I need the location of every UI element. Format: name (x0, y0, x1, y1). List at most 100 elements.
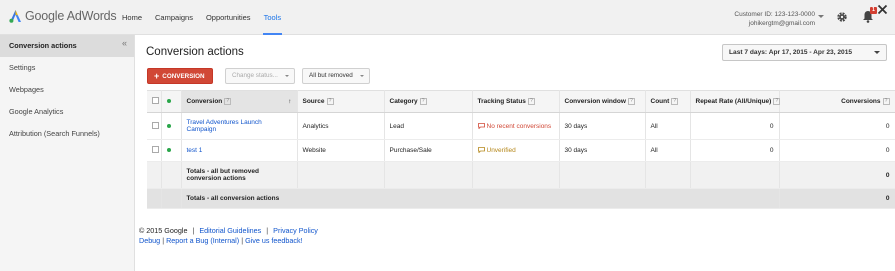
col-source[interactable]: Source? (297, 90, 385, 113)
conversion-name-cell[interactable]: test 1 (181, 139, 298, 162)
help-icon[interactable]: ? (627, 97, 635, 105)
help-icon[interactable]: ? (671, 97, 679, 105)
col-conversion[interactable]: Conversion? ↑ (181, 90, 298, 113)
help-icon[interactable]: ? (224, 97, 232, 105)
help-icon[interactable]: ? (326, 97, 334, 105)
empty-cell (297, 161, 385, 189)
sidebar-item-google-analytics[interactable]: Google Analytics (0, 101, 134, 123)
col-conversions[interactable]: Conversions? (779, 90, 895, 113)
adwords-logo[interactable]: Google AdWords (9, 8, 117, 24)
sidebar-item-attribution[interactable]: Attribution (Search Funnels) (0, 123, 134, 145)
col-repeat-rate[interactable]: Repeat Rate (All/Unique)? (690, 90, 781, 113)
table-row: test 1 Website Purchase/Sale Unverified … (147, 139, 895, 162)
empty-cell (472, 161, 560, 189)
conversions-cell: 0 (779, 139, 895, 162)
select-all-cell[interactable] (147, 90, 162, 113)
repeat-cell: 0 (690, 139, 780, 162)
sort-arrow-icon: ↑ (288, 97, 292, 105)
copyright: © 2015 Google (139, 226, 188, 235)
nav-tools[interactable]: Tools (262, 0, 282, 35)
help-icon[interactable]: ? (773, 97, 781, 105)
col-conversion-window[interactable]: Conversion window? (559, 90, 646, 113)
gear-icon[interactable] (836, 11, 848, 23)
empty-cell (147, 161, 162, 189)
nav-campaigns[interactable]: Campaigns (155, 0, 193, 35)
nav-opportunities[interactable]: Opportunities (206, 0, 251, 35)
feedback-link[interactable]: Give us feedback! (245, 236, 303, 245)
row-checkbox[interactable] (152, 146, 159, 153)
report-bug-link[interactable]: Report a Bug (Internal) (166, 236, 239, 245)
debug-link[interactable]: Debug (139, 236, 160, 245)
conversion-link[interactable]: Travel Adventures Launch Campaign (187, 119, 262, 133)
close-icon[interactable] (877, 4, 888, 15)
enabled-dot-icon (166, 123, 171, 128)
window-cell: 30 days (559, 112, 646, 140)
col-conversion-label: Conversion (186, 98, 223, 106)
col-repeat-label: Repeat Rate (All/Unique) (695, 98, 772, 106)
chevron-down-icon[interactable] (818, 15, 824, 18)
sidebar-item-conversion-actions[interactable]: Conversion actions (0, 35, 134, 57)
count-cell: All (645, 139, 691, 162)
separator: | (266, 226, 269, 235)
col-tracking-status[interactable]: Tracking Status? (472, 90, 560, 113)
notification-badge: 1 (870, 7, 877, 14)
privacy-policy-link[interactable]: Privacy Policy (273, 226, 318, 235)
sidebar-item-settings[interactable]: Settings (0, 57, 134, 79)
adwords-logo-icon (9, 9, 22, 23)
table-row: Travel Adventures Launch Campaign Analyt… (147, 112, 895, 140)
change-status-label: Change status... (232, 72, 278, 79)
empty-cell (147, 188, 162, 209)
empty-cell (161, 188, 182, 209)
window-cell: 30 days (559, 139, 646, 162)
nav-home[interactable]: Home (122, 0, 142, 35)
select-all-checkbox[interactable] (152, 97, 159, 104)
table-header: Conversion? ↑ Source? Category? Tracking … (147, 90, 895, 113)
date-range-picker[interactable]: Last 7 days: Apr 17, 2015 - Apr 23, 2015 (722, 44, 887, 61)
totals-row-all: Totals - all conversion actions 0 (147, 188, 895, 209)
category-cell: Purchase/Sale (384, 139, 473, 162)
account-info[interactable]: Customer ID: 123-123-0000 johikergtm@gma… (734, 10, 815, 28)
date-range-label: Last 7 days: Apr 17, 2015 - Apr 23, 2015 (729, 49, 853, 56)
help-icon[interactable]: ? (882, 97, 890, 105)
col-category-label: Category (389, 98, 418, 106)
status-dot-icon (166, 99, 171, 103)
totals-all-label: Totals - all conversion actions (181, 188, 780, 209)
row-status (161, 112, 182, 140)
row-checkbox[interactable] (152, 121, 159, 129)
status-col-header (161, 90, 182, 113)
tracking-status-text: No recent conversions (486, 122, 552, 130)
help-icon[interactable]: ? (527, 97, 535, 105)
add-conversion-label: CONVERSION (162, 73, 205, 80)
add-conversion-button[interactable]: + CONVERSION (147, 68, 213, 84)
collapse-sidebar-icon[interactable]: « (122, 38, 127, 48)
account-email: johikergtm@gmail.com (748, 20, 815, 27)
sidebar-item-webpages[interactable]: Webpages (0, 79, 134, 101)
footer-line-2: Debug | Report a Bug (Internal) | Give us fe… (139, 236, 318, 246)
change-status-dropdown[interactable]: Change status... (225, 68, 295, 84)
tracking-status-cell: Unverified (472, 139, 560, 162)
tracking-status-text: Unverified (486, 147, 516, 154)
status-filter-dropdown[interactable]: All but removed (302, 68, 370, 84)
row-select[interactable] (147, 112, 162, 140)
conversion-link[interactable]: test 1 (187, 147, 203, 154)
source-cell: Analytics (297, 112, 385, 140)
row-status (161, 139, 182, 162)
category-cell: Lead (384, 112, 473, 140)
chevron-down-icon (285, 75, 289, 77)
col-window-label: Conversion window (564, 98, 626, 106)
page-title: Conversion actions (146, 46, 244, 58)
totals-all-conversions: 0 (779, 188, 895, 209)
col-count[interactable]: Count? (645, 90, 691, 113)
separator: | (162, 235, 165, 245)
footer: © 2015 Google | Editorial Guidelines | Priva… (139, 226, 318, 245)
row-select[interactable] (147, 139, 162, 162)
col-category[interactable]: Category? (384, 90, 473, 113)
tracking-status-cell: No recent conversions (472, 112, 560, 140)
conversion-name-cell[interactable]: Travel Adventures Launch Campaign (181, 112, 298, 140)
help-icon[interactable]: ? (419, 97, 427, 105)
empty-cell (690, 161, 780, 189)
source-cell: Website (297, 139, 385, 162)
editorial-guidelines-link[interactable]: Editorial Guidelines (199, 226, 261, 235)
conversions-cell: 0 (779, 112, 895, 140)
totals-conversions: 0 (779, 161, 895, 189)
